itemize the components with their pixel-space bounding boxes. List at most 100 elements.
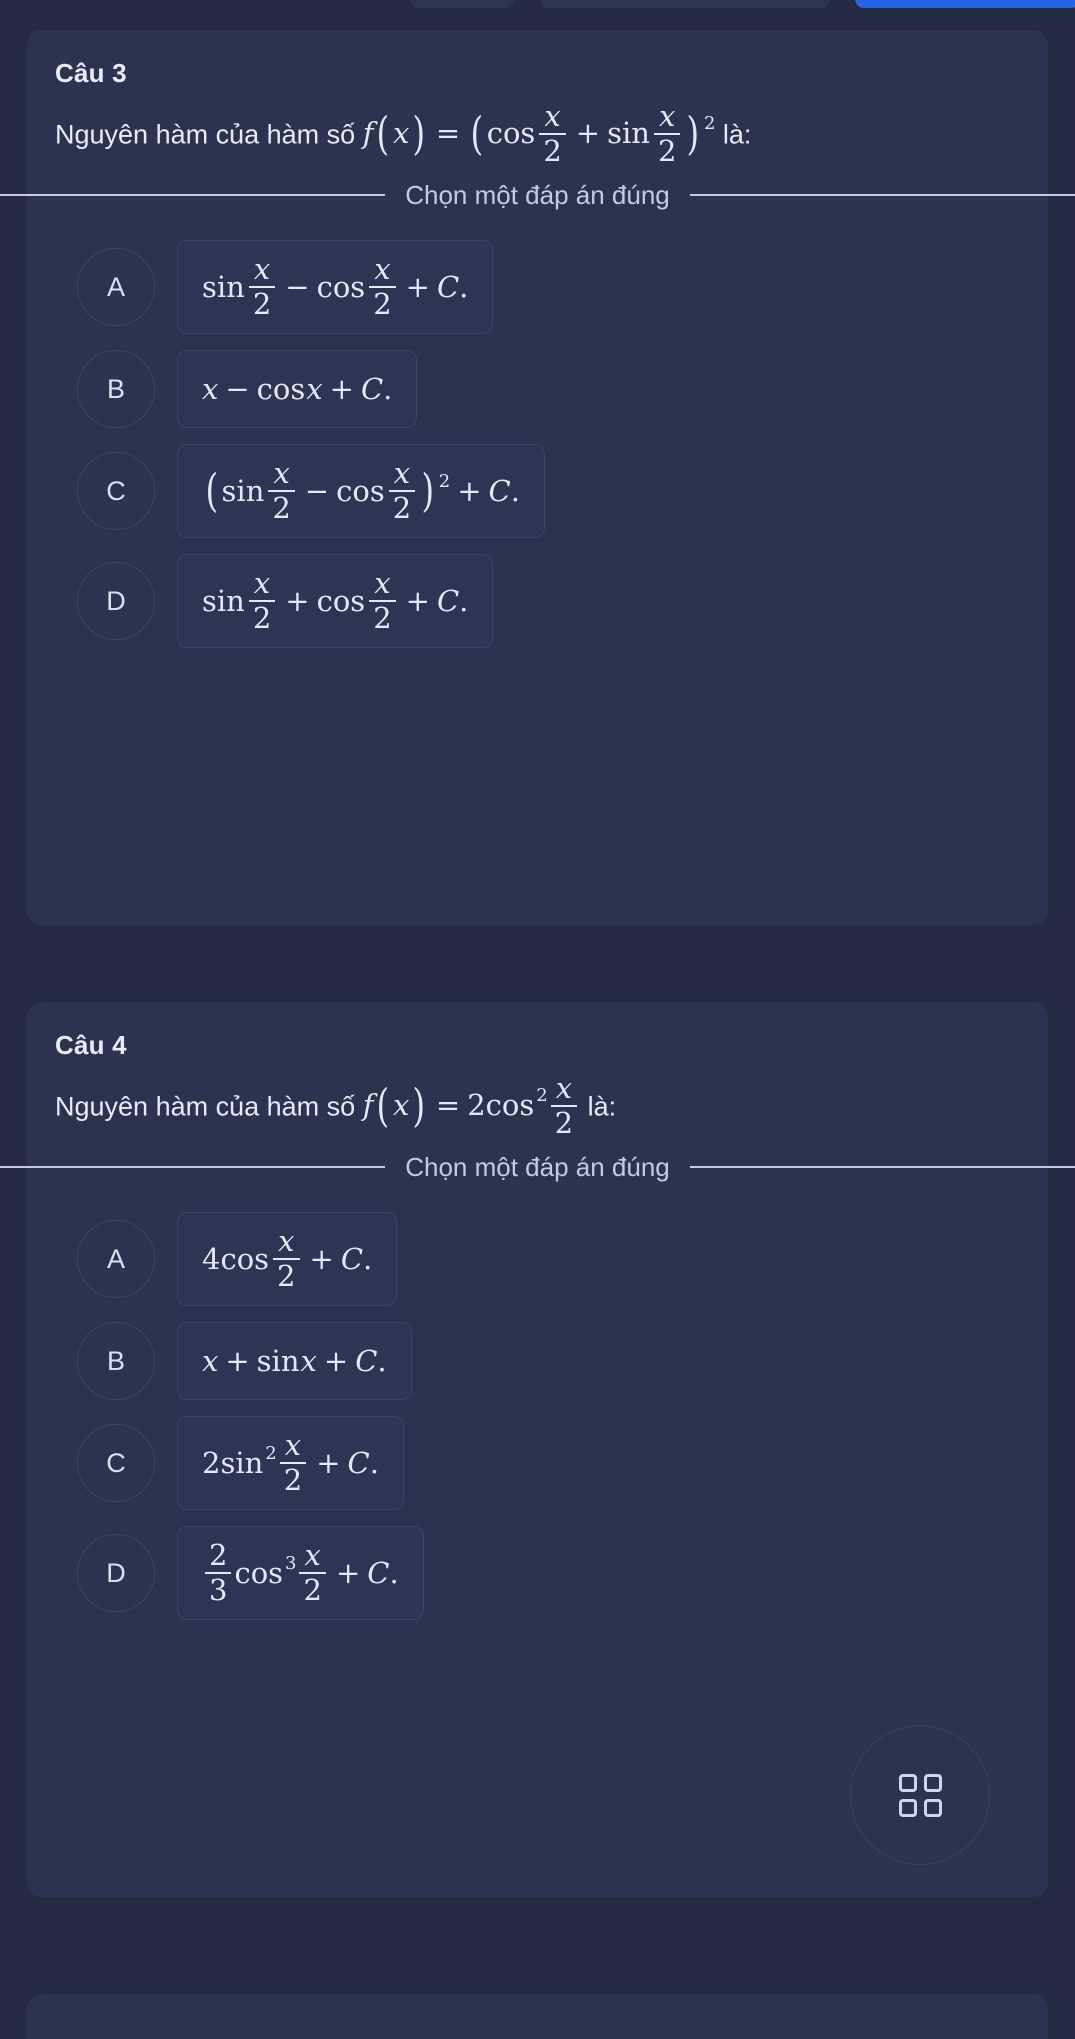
option-formula-c: 2 sin 2 x 2 + C. <box>202 1431 379 1495</box>
option-content-d[interactable]: 2 3 cos 3 x 2 + C. <box>177 1526 424 1620</box>
option-content-a[interactable]: 4 cos x 2 + C. <box>177 1212 398 1306</box>
math-rparen: ) <box>686 107 700 161</box>
choose-answer-label-3: Chọn một đáp án đúng <box>405 179 670 210</box>
option-a-4[interactable]: A 4 cos x 2 + C. <box>27 1212 1048 1306</box>
divider-line-left <box>0 1166 386 1168</box>
math-plus: + <box>335 1556 361 1590</box>
math-lparen: ( <box>205 464 219 518</box>
toolbar-secondary-button[interactable] <box>410 0 515 8</box>
option-letter-d[interactable]: D <box>77 562 155 640</box>
option-formula-c: ( sin x 2 − cos x 2) 2 + C . <box>202 456 519 525</box>
math-C: C <box>355 1344 378 1378</box>
math-C: C <box>436 584 460 618</box>
math-plus: + <box>323 1344 349 1378</box>
math-x: x <box>202 372 219 406</box>
math-denominator: 2 <box>303 1573 322 1607</box>
math-sin: sin <box>202 270 245 304</box>
math-coefficient: 4 <box>202 1242 221 1276</box>
math-x: x <box>306 372 323 406</box>
option-letter-b[interactable]: B <box>77 350 155 428</box>
math-numerator: x <box>374 252 391 286</box>
math-denominator: 2 <box>543 134 562 168</box>
option-content-b[interactable]: x − cos x + C. <box>177 350 418 428</box>
math-C: C <box>347 1446 370 1480</box>
next-question-card <box>27 1994 1048 2039</box>
math-x: x <box>392 116 410 151</box>
math-x: x <box>392 1088 410 1123</box>
math-fraction: x 2 <box>299 1538 326 1607</box>
math-denominator: 2 <box>657 134 677 168</box>
math-plus: + <box>316 1446 341 1480</box>
math-x: x <box>300 1344 317 1378</box>
math-denominator: 2 <box>272 491 291 525</box>
math-plus: + <box>405 584 430 618</box>
option-content-d[interactable]: sin x 2 + cos x 2 + C . <box>177 554 494 648</box>
math-denominator: 2 <box>373 287 392 321</box>
option-formula-a: sin x 2 − cos x 2 + C . <box>202 255 468 319</box>
option-a-3[interactable]: A sin x 2 − cos x 2 + C . <box>27 240 1048 334</box>
math-numerator: x <box>304 1538 321 1572</box>
option-content-c[interactable]: 2 sin 2 x 2 + C. <box>177 1416 404 1510</box>
option-content-b[interactable]: x + sin x + C. <box>177 1322 412 1400</box>
option-content-a[interactable]: sin x 2 − cos x 2 + C . <box>177 240 494 334</box>
option-formula-b: x − cos x + C. <box>202 372 392 406</box>
math-fraction: x 2 <box>388 459 416 523</box>
option-d-3[interactable]: D sin x 2 + cos x 2 + C . <box>27 554 1048 648</box>
math-rparen: ) <box>412 1079 426 1133</box>
top-toolbar-strip <box>0 0 1075 30</box>
math-fraction: x 2 <box>273 1224 300 1293</box>
option-c-4[interactable]: C 2 sin 2 x 2 + C. <box>27 1416 1048 1510</box>
grid-cell <box>898 1773 917 1792</box>
math-cos: cos <box>316 584 366 618</box>
math-C: C <box>488 474 511 508</box>
math-fraction: x 2 <box>268 456 295 525</box>
question-formula-3: f(x) = ( cos x 2 + sin x 2 ) 2 <box>363 102 716 166</box>
option-letter-a[interactable]: A <box>77 248 155 326</box>
question-stem-4: Nguyên hàm của hàm số f(x) = 2 cos 2 x 2 l… <box>55 1074 1028 1138</box>
math-fraction: x 2 <box>248 566 276 633</box>
grid-cell <box>923 1773 942 1792</box>
math-denominator: 2 <box>252 287 272 321</box>
question-number-3: Câu 3 <box>55 58 127 88</box>
math-period: . <box>369 1446 379 1480</box>
question-stem-prefix-3: Nguyên hàm của hàm số <box>55 119 356 150</box>
math-numerator: x <box>658 99 676 133</box>
option-b-3[interactable]: B x − cos x + C. <box>27 350 1048 428</box>
math-denominator: 3 <box>209 1573 228 1607</box>
quiz-page: Câu 3 Nguyên hàm của hàm số f(x) = ( cos… <box>0 0 1075 2039</box>
math-plus: + <box>575 116 601 151</box>
option-content-c[interactable]: ( sin x 2 − cos x 2) 2 + C . <box>177 444 545 538</box>
divider-line-right <box>689 1166 1075 1168</box>
math-denominator: 2 <box>554 1106 574 1140</box>
math-numerator: x <box>544 99 561 133</box>
toolbar-primary-button[interactable] <box>855 0 1075 8</box>
math-numerator: x <box>278 1224 295 1258</box>
math-exponent: 3 <box>285 1552 297 1574</box>
math-exponent: 2 <box>536 1084 548 1106</box>
math-fraction: x 2 <box>248 255 276 321</box>
question-stem-suffix-4: là: <box>587 1091 617 1122</box>
option-letter-b[interactable]: B <box>77 1322 155 1400</box>
grid-apps-icon <box>898 1773 942 1817</box>
option-letter-c[interactable]: C <box>77 452 155 530</box>
option-letter-d[interactable]: D <box>77 1534 155 1612</box>
grid-cell <box>898 1798 917 1817</box>
option-d-4[interactable]: D 2 3 cos 3 x 2 + C . <box>27 1526 1048 1620</box>
apps-grid-fab[interactable] <box>850 1725 990 1865</box>
math-eq: = <box>435 1088 461 1123</box>
math-numerator: 2 <box>209 1538 228 1572</box>
toolbar-wide-button[interactable] <box>540 0 830 8</box>
math-numerator: x <box>253 566 271 600</box>
math-plus: + <box>225 1344 250 1378</box>
option-letter-a[interactable]: A <box>77 1220 155 1298</box>
math-coefficient: 2 <box>467 1088 486 1123</box>
option-formula-a: 4 cos x 2 + C. <box>202 1227 372 1291</box>
math-exponent: 2 <box>703 112 716 134</box>
math-denominator: 2 <box>277 1259 296 1293</box>
option-letter-c[interactable]: C <box>77 1424 155 1502</box>
option-c-3[interactable]: C ( sin x 2 − cos x 2) 2 + C . <box>27 444 1048 538</box>
option-b-4[interactable]: B x + sin x + C. <box>27 1322 1048 1400</box>
question-stem-3: Nguyên hàm của hàm số f(x) = ( cos x 2 +… <box>55 102 1028 166</box>
math-numerator: x <box>273 456 290 490</box>
question-card-3: Câu 3 Nguyên hàm của hàm số f(x) = ( cos… <box>0 30 1075 925</box>
